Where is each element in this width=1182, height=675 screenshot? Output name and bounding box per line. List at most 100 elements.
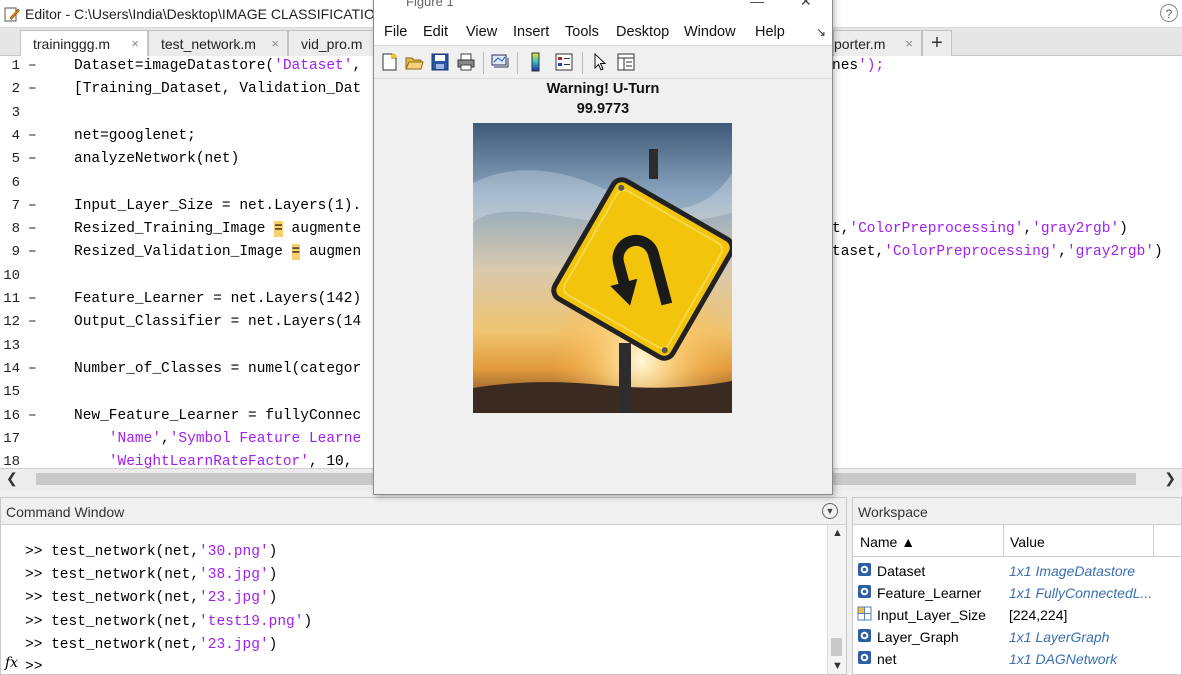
property-editor-icon[interactable] [616,52,636,72]
breakpoint-marker[interactable]: – [28,244,37,260]
command-window-title: Command Window [6,504,125,520]
close-icon[interactable]: ✕ [800,0,812,10]
help-button[interactable]: ? [1160,4,1178,22]
scroll-left-icon[interactable]: ❮ [6,470,18,487]
command-window[interactable]: Command Window ▼ >> test_network(net,'30… [0,497,847,675]
command-prompt[interactable]: >> [25,659,42,675]
code-text[interactable]: net=googlenet; [74,128,196,144]
menu-window[interactable]: Window [684,24,736,40]
menu-tools[interactable]: Tools [565,24,599,40]
breakpoint-marker[interactable]: – [28,314,37,330]
menu-help[interactable]: Help [755,24,785,40]
code-text[interactable]: analyzeNetwork(net) [74,151,239,167]
colorbar-icon[interactable] [526,52,546,72]
editor-title: Editor - C:\Users\India\Desktop\IMAGE CL… [25,6,389,22]
new-figure-icon[interactable] [379,52,399,72]
line-number: 11 [3,291,20,307]
figure-title: Figure 1 [406,0,454,9]
menu-view[interactable]: View [466,24,497,40]
command-history-line[interactable]: >> test_network(net,'30.png') [25,544,277,560]
tab-close-icon[interactable]: × [271,36,279,51]
code-text-continued[interactable]: t,'ColorPreprocessing','gray2rgb') [832,221,1128,237]
scroll-up-icon[interactable]: ▲ [832,527,843,539]
workspace-column-headers: Name ▲ Value [853,525,1182,557]
code-text-continued[interactable]: taset,'ColorPreprocessing','gray2rgb') [832,244,1163,260]
command-argument: '38.jpg' [199,567,269,584]
figure-window[interactable]: Figure 1 — ✕ ↘ File Edit View Insert Tools De… [373,0,833,495]
add-tab-button[interactable]: + [922,30,952,56]
menu-insert[interactable]: Insert [513,24,549,40]
plot-score: 99.9773 [576,101,630,117]
command-window-scrollbar[interactable]: ▲ ▼ [827,525,846,674]
scrollbar-thumb[interactable] [831,638,842,656]
workspace-variable-row[interactable]: Input_Layer_Size [224,224] [853,604,1182,626]
pointer-icon[interactable] [590,52,610,72]
breakpoint-marker[interactable]: – [28,81,37,97]
breakpoint-marker[interactable]: – [28,291,37,307]
column-header-name[interactable]: Name ▲ [860,534,915,550]
minimize-icon[interactable]: — [750,0,764,9]
workspace-panel[interactable]: Workspace Name ▲ Value Dataset 1x1 ImageD… [852,497,1182,675]
chevron-down-icon[interactable]: ▼ [822,503,838,519]
command-window-header: Command Window ▼ [1,498,846,525]
column-header-value[interactable]: Value [1010,534,1045,550]
fx-icon[interactable]: fx [5,655,18,671]
menu-overflow-icon[interactable]: ↘ [816,25,826,39]
menu-file[interactable]: File [384,24,407,40]
code-text[interactable]: Feature_Learner = net.Layers(142) [74,291,361,307]
menu-edit[interactable]: Edit [423,24,448,40]
open-file-icon[interactable] [404,52,424,72]
command-history-line[interactable]: >> test_network(net,'test19.png') [25,614,312,630]
code-text-continued[interactable]: nes'); [832,58,884,74]
tab-close-icon[interactable]: × [131,36,139,51]
tab-vid-pro[interactable]: vid_pro.m [288,30,374,56]
workspace-variable-row[interactable]: Feature_Learner 1x1 FullyConnectedL... [853,582,1182,604]
breakpoint-marker[interactable]: – [28,198,37,214]
tab-close-icon[interactable]: × [905,36,913,51]
command-end: ) [303,613,313,630]
scroll-right-icon[interactable]: ❯ [1164,470,1176,487]
code-text[interactable]: Resized_Training_Image = augmente [74,221,361,238]
code-text[interactable]: Resized_Validation_Image = augmen [74,244,361,261]
variable-name: net [877,651,897,667]
menu-desktop[interactable]: Desktop [616,24,669,40]
workspace-variable-row[interactable]: net 1x1 DAGNetwork [853,648,1182,670]
editor-icon [4,7,20,22]
variable-value: [224,224] [1009,607,1068,623]
code-text[interactable]: New_Feature_Learner = fullyConnec [74,408,361,424]
code-text[interactable]: [Training_Dataset, Validation_Dat [74,81,361,97]
line-number: 14 [3,360,20,377]
tab-traininggg[interactable]: traininggg.m × [20,30,148,56]
workspace-variable-row[interactable]: Dataset 1x1 ImageDatastore [853,560,1182,582]
object-icon [858,585,871,598]
command-end: ) [268,636,278,653]
command-history-line[interactable]: >> test_network(net,'23.jpg') [25,637,277,653]
save-icon[interactable] [430,52,450,72]
code-text[interactable]: Dataset=imageDatastore('Dataset', [74,58,361,74]
breakpoint-marker[interactable]: – [28,151,37,167]
breakpoint-marker[interactable]: – [28,221,37,237]
command-history-line[interactable]: >> test_network(net,'23.jpg') [25,590,277,606]
code-text[interactable]: 'WeightLearnRateFactor', 10, [74,454,353,468]
scroll-down-icon[interactable]: ▼ [832,660,843,672]
line-number: 16 [3,407,20,424]
link-plot-icon[interactable] [490,52,510,72]
breakpoint-marker[interactable]: – [28,128,37,144]
code-text[interactable]: Number_of_Classes = numel(categor [74,361,361,377]
code-text[interactable]: 'Name','Symbol Feature Learne [74,431,361,447]
print-icon[interactable] [456,52,476,72]
tab-porter[interactable]: porter.m × [833,30,922,56]
code-text[interactable]: Output_Classifier = net.Layers(14 [74,314,361,330]
legend-icon[interactable] [554,52,574,72]
command-end: ) [268,544,278,560]
object-icon [858,629,871,642]
workspace-variable-row[interactable]: Layer_Graph 1x1 LayerGraph [853,626,1182,648]
code-text[interactable]: Input_Layer_Size = net.Layers(1). [74,198,361,214]
breakpoint-marker[interactable]: – [28,408,37,424]
variable-value: 1x1 FullyConnectedL... [1009,585,1153,601]
tab-test-network[interactable]: test_network.m × [148,30,288,56]
variable-value: 1x1 DAGNetwork [1009,651,1118,667]
breakpoint-marker[interactable]: – [28,58,37,74]
breakpoint-marker[interactable]: – [28,361,37,377]
command-history-line[interactable]: >> test_network(net,'38.jpg') [25,567,277,583]
